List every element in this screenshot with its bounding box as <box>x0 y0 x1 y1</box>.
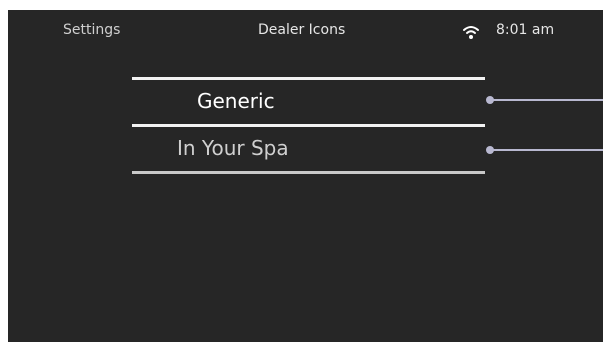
status-time: 8:01 am <box>496 22 555 38</box>
list-item-label: Generic <box>197 89 275 113</box>
pointer-line <box>492 149 603 151</box>
list-item-generic-pointer <box>486 96 603 104</box>
device-screen: Settings Dealer Icons 8:01 am Generic In… <box>8 10 603 342</box>
list-item-generic[interactable]: Generic <box>132 81 485 125</box>
wifi-icon <box>463 26 479 39</box>
pointer-line <box>492 99 603 101</box>
page-title: Dealer Icons <box>258 22 346 38</box>
header-bar: Settings Dealer Icons 8:01 am <box>8 10 603 54</box>
list-item-label: In Your Spa <box>177 136 289 160</box>
settings-back-button[interactable]: Settings <box>63 22 120 38</box>
list-item-in-your-spa[interactable]: In Your Spa <box>132 128 485 172</box>
list-item-in-your-spa-pointer <box>486 146 603 154</box>
list-divider-top <box>132 77 485 80</box>
